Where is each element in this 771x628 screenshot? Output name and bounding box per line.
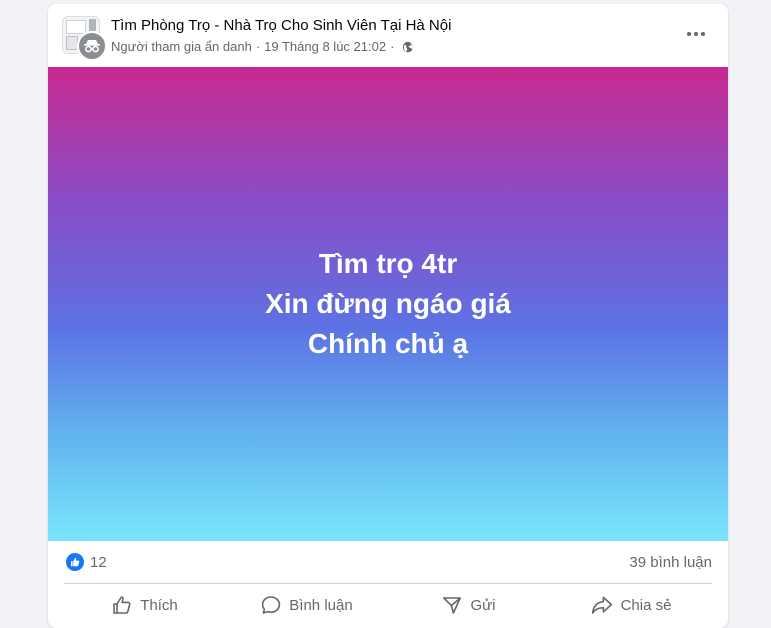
like-reaction-icon[interactable] — [66, 553, 84, 571]
post-text-line: Xin đừng ngáo giá — [265, 288, 511, 319]
author-name[interactable]: Người tham gia ẩn danh — [111, 39, 252, 54]
thumbs-up-outline-icon — [113, 596, 131, 614]
more-horizontal-icon — [687, 32, 705, 36]
globe-icon[interactable] — [402, 41, 414, 53]
post-header: Tìm Phòng Trọ - Nhà Trọ Cho Sinh Viên Tạ… — [48, 4, 728, 67]
share-button-label: Chia sẻ — [620, 596, 672, 614]
like-button[interactable]: Thích — [64, 586, 226, 624]
post-actions-bar: Thích Bình luận Gửi Chia sẻ — [64, 586, 712, 624]
post-stats: 12 39 bình luận — [48, 541, 728, 583]
comment-button-label: Bình luận — [289, 596, 353, 614]
post-background-text: Tìm trọ 4tr Xin đừng ngáo giá Chính chủ … — [48, 67, 728, 541]
send-icon — [443, 597, 462, 614]
post-meta: Người tham gia ẩn danh · 19 Tháng 8 lúc … — [111, 39, 414, 54]
comment-bubble-icon — [262, 596, 281, 614]
comment-button[interactable]: Bình luận — [226, 586, 388, 624]
share-arrow-icon — [591, 596, 612, 614]
group-name-link[interactable]: Tìm Phòng Trọ - Nhà Trọ Cho Sinh Viên Tạ… — [111, 17, 451, 34]
meta-separator: · — [390, 39, 395, 54]
group-avatar-image-part — [89, 19, 96, 31]
reaction-count[interactable]: 12 — [90, 554, 107, 571]
like-button-label: Thích — [140, 596, 178, 614]
post-text-line: Tìm trọ 4tr — [318, 248, 458, 279]
meta-separator: · — [255, 39, 261, 54]
send-button[interactable]: Gửi — [388, 586, 550, 624]
anonymous-user-icon — [84, 40, 100, 53]
group-avatar-image-part — [66, 20, 86, 34]
anonymous-avatar[interactable] — [77, 31, 107, 61]
more-options-button[interactable] — [684, 24, 708, 44]
send-button-label: Gửi — [470, 596, 496, 614]
comment-count-link[interactable]: 39 bình luận — [629, 554, 712, 571]
post-text-line: Chính chủ ạ — [307, 328, 469, 359]
post-card: Tìm Phòng Trọ - Nhà Trọ Cho Sinh Viên Tạ… — [48, 4, 728, 628]
share-button[interactable]: Chia sẻ — [550, 586, 712, 624]
post-timestamp[interactable]: 19 Tháng 8 lúc 21:02 — [264, 39, 386, 54]
actions-divider — [64, 583, 712, 584]
